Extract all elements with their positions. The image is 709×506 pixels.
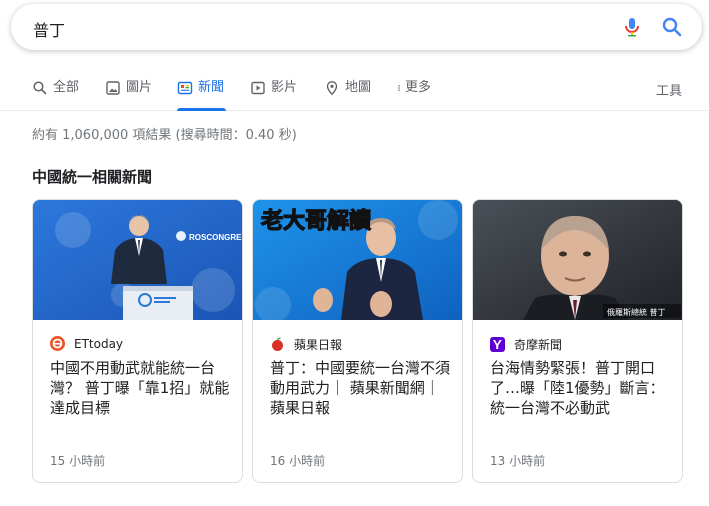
news-headline[interactable]: 普丁：中國要統一台灣不須動用武力｜ 蘋果新聞網｜ 蘋果日報 [270,358,452,418]
thumb-text: ROSCONGRESS [189,233,243,242]
tab-images[interactable]: 圖片 [105,70,152,111]
news-source: ETtoday [50,336,123,351]
news-thumbnail: ROSCONGRESS [33,200,243,320]
thumb-text: 俄羅斯總統 普丁 [607,307,666,317]
tab-news[interactable]: 新聞 [177,70,227,111]
news-headline[interactable]: 中國不用動武就能統一台灣？ 普丁曝「靠1招」就能達成目標 [50,358,232,418]
source-name: 蘋果日報 [294,338,343,352]
search-icon [33,81,47,95]
tab-label: 圖片 [126,80,153,95]
source-name: 奇摩新聞 [514,338,563,352]
video-icon [251,81,265,95]
tab-label: 更多 [405,80,432,95]
apple-logo-icon [270,337,285,352]
news-icon [177,81,193,95]
news-headline[interactable]: 台海情勢緊張！普丁開口了…曝「陸1優勢」斷言：統一台灣不必動武 [490,358,672,418]
news-thumbnail: 老大哥解讀 [253,200,462,320]
tab-label: 全部 [53,80,80,95]
news-source: 蘋果日報 [270,336,342,353]
ettoday-logo-icon [50,336,65,351]
news-source: 奇摩新聞 [490,336,562,353]
tab-more[interactable]: 更多 [395,70,431,111]
tab-label: 新聞 [198,80,225,95]
news-card[interactable]: 俄羅斯總統 普丁 奇摩新聞 台海情勢緊張！普丁開口了…曝「陸1優勢」斷言：統一台… [472,199,683,483]
news-card[interactable]: ROSCONGRESS ETtoday 中國不用動武就能統一台灣？ 普丁曝「靠1… [32,199,243,483]
search-tabs: 全部 圖片 新聞 影片 地圖 更多 工具 [0,70,709,111]
news-time: 16 小時前 [270,454,326,468]
tab-videos[interactable]: 影片 [250,70,297,111]
tab-maps[interactable]: 地圖 [324,70,371,111]
news-time: 15 小時前 [50,454,106,468]
image-icon [106,81,120,95]
search-input[interactable]: 普丁 [33,17,65,41]
result-stats: 約有 1,060,000 項結果 (搜尋時間：0.40 秒) [32,128,297,143]
section-title: 中國統一相關新聞 [32,168,153,186]
search-box[interactable]: 普丁 [11,4,702,50]
source-name: ETtoday [74,336,124,351]
news-thumbnail: 俄羅斯總統 普丁 [473,200,682,320]
tab-all[interactable]: 全部 [32,70,79,111]
tab-label: 地圖 [345,80,372,95]
microphone-icon[interactable] [620,15,644,39]
thumb-text: 老大哥解讀 [260,208,371,234]
yahoo-logo-icon [490,337,505,352]
tab-label: 影片 [271,80,298,95]
search-icon[interactable] [660,15,684,39]
map-pin-icon [326,81,338,96]
more-vert-icon [398,85,400,91]
tools-button[interactable]: 工具 [656,80,682,99]
news-card[interactable]: 老大哥解讀 蘋果日報 普丁：中國要統一台灣不須動用武力｜ 蘋果新聞網｜ 蘋果日報… [252,199,463,483]
news-time: 13 小時前 [490,454,546,468]
